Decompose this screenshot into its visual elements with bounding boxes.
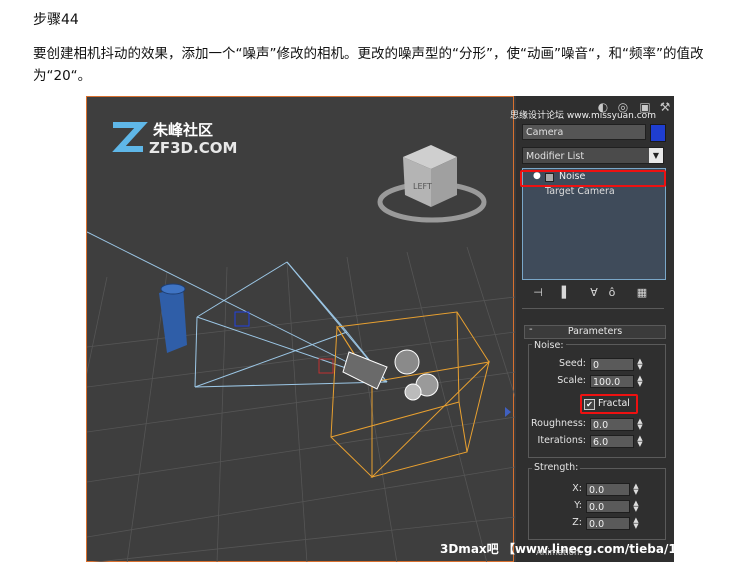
highlight-fractal <box>580 394 638 414</box>
iterations-label: Iterations: <box>537 435 586 446</box>
site-logo: 朱峰社区 ZF3D.COM <box>109 119 239 159</box>
scale-input[interactable]: 100.0 <box>590 375 634 388</box>
blue-cylinder <box>159 283 187 353</box>
noise-group-label: Noise: <box>532 340 566 351</box>
target-gizmo <box>234 311 250 327</box>
seed-spinner-arrows[interactable]: ▲ ▼ <box>636 358 644 371</box>
camera-object <box>342 349 439 401</box>
modifier-list-label: Modifier List <box>526 151 585 162</box>
utilities-tab-icon[interactable]: ⚒ <box>658 100 672 114</box>
strength-y-spinner-arrows[interactable]: ▲ ▼ <box>632 500 640 513</box>
panel-tab-icons: ◐ ◎ ▣ ⚒ 思缘设计论坛 www.missyuan.com <box>510 98 674 121</box>
strength-x-label: X: <box>572 483 582 494</box>
remove-modifier-icon[interactable]: ô <box>604 286 620 300</box>
scale-spinner-arrows[interactable]: ▲ ▼ <box>636 375 644 388</box>
seed-label: Seed: <box>559 358 586 369</box>
iterations-input[interactable]: 6.0 <box>590 435 634 448</box>
strength-z-input[interactable]: 0.0 <box>586 517 630 530</box>
modifier-list-dropdown[interactable]: Modifier List ▼ <box>522 147 664 164</box>
strength-x-spinner-arrows[interactable]: ▲ ▼ <box>632 483 640 496</box>
strength-group-label: Strength: <box>532 462 581 473</box>
logo-text-cn: 朱峰社区 <box>153 121 214 139</box>
seed-input[interactable]: 0 <box>590 358 634 371</box>
step-description: 要创建相机抖动的效果，添加一个“噪声”修改的相机。更改的噪声型的“分形”，使“动… <box>33 46 704 84</box>
strength-y-label: Y: <box>574 500 582 511</box>
camera-frustum <box>87 231 388 388</box>
command-panel: ◐ ◎ ▣ ⚒ 思缘设计论坛 www.missyuan.com Camera M… <box>510 96 674 562</box>
stack-toolbar: ⊣ ▌ ∀ ô ▦ <box>530 286 660 302</box>
strength-z-spinner-arrows[interactable]: ▲ ▼ <box>632 517 640 530</box>
make-unique-icon[interactable]: ∀ <box>586 286 602 300</box>
strength-x-input[interactable]: 0.0 <box>586 483 630 496</box>
parameters-rollout-header[interactable]: - Parameters <box>524 324 666 339</box>
object-name-field[interactable]: Camera <box>522 124 646 140</box>
scale-label: Scale: <box>557 375 586 386</box>
object-color-swatch[interactable] <box>650 124 666 142</box>
stack-item-target-camera[interactable]: Target Camera <box>545 186 615 197</box>
forum-watermark: 思缘设计论坛 www.missyuan.com <box>510 111 656 121</box>
viewport-perspective[interactable]: LEFT 朱峰社区 ZF3D.COM <box>86 96 515 562</box>
strength-y-input[interactable]: 0.0 <box>586 500 630 513</box>
step-title: 步骤44 <box>33 12 79 28</box>
viewcube[interactable] <box>377 145 487 223</box>
divider <box>522 308 664 309</box>
roughness-label: Roughness: <box>530 418 586 429</box>
viewport-scene: LEFT <box>87 145 515 562</box>
configure-sets-icon[interactable]: ▦ <box>634 286 650 300</box>
chevron-down-icon[interactable]: ▼ <box>649 148 663 163</box>
pin-stack-icon[interactable]: ⊣ <box>530 286 546 300</box>
animation-label: Animation: <box>536 548 583 558</box>
logo-text-en: ZF3D.COM <box>149 139 238 157</box>
iterations-spinner-arrows[interactable]: ▲ ▼ <box>636 435 644 448</box>
show-end-result-icon[interactable]: ▌ <box>558 286 574 300</box>
rollout-title: Parameters <box>567 326 623 337</box>
highlight-noise <box>520 170 666 187</box>
max-screenshot: LEFT 朱峰社区 ZF3D.COM ◐ ◎ ▣ ⚒ 思缘设计论坛 www.mi… <box>86 96 674 562</box>
z-logo-icon <box>112 122 148 152</box>
roughness-spinner-arrows[interactable]: ▲ ▼ <box>636 418 644 431</box>
roughness-input[interactable]: 0.0 <box>590 418 634 431</box>
viewcube-label: LEFT <box>413 182 432 191</box>
strength-z-label: Z: <box>572 517 582 528</box>
